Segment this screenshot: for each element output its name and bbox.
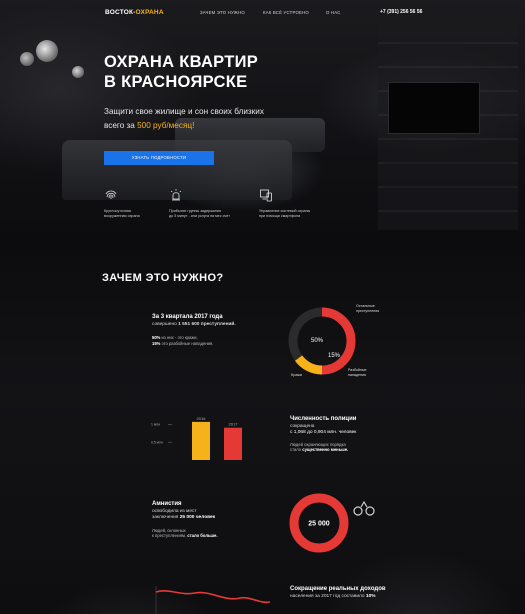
- section-title-why: ЗАЧЕМ ЭТО НУЖНО?: [102, 272, 224, 284]
- amnesty-value: 25 000: [308, 521, 330, 528]
- nav-link-why[interactable]: ЗАЧЕМ ЭТО НУЖНО: [200, 10, 245, 15]
- note-line: Людей, склонных: [152, 527, 186, 533]
- learn-more-button[interactable]: УЗНАТЬ ПОДРОБНОСТИ: [104, 151, 214, 165]
- burglar-background-photo: [0, 245, 525, 614]
- feature-line2: до 5 минут - или услуга на мес счет: [169, 214, 230, 218]
- hero-subtitle: Защити свое жилище и сон своих близких в…: [104, 105, 324, 133]
- income-block: Сокращение реальных доходов населения за…: [290, 586, 430, 600]
- income-line-chart: [155, 586, 271, 614]
- legend-label-robberies-line2: нападения: [348, 373, 366, 377]
- block-heading: Численность полиции: [290, 416, 357, 422]
- tv-decor: [388, 82, 480, 134]
- bar-2017: [224, 427, 242, 460]
- slice-label-thefts: 50%: [311, 338, 324, 344]
- bar-2016: [192, 421, 210, 460]
- note-bold: существенно меньше.: [302, 447, 349, 453]
- feature-line1: Управление системой охраны: [259, 209, 311, 213]
- landing-page: ВОСТОК-ОХРАНА ЗАЧЕМ ЭТО НУЖНО КАК ВСЁ УС…: [0, 0, 525, 614]
- block-note: Людей охраняющих порядка стало существен…: [290, 442, 420, 453]
- amnesty-block: Амнистия освободила из мест заключения 2…: [152, 501, 282, 539]
- hero-title-line1: ОХРАНА КВАРТИР: [104, 53, 259, 71]
- text-bold: 10%: [365, 593, 376, 599]
- block-note: 50% из них - это кражи, 15% это разбойны…: [152, 335, 282, 346]
- block-line: заключения 25 000 человек: [152, 515, 282, 522]
- handcuffs-icon: [353, 500, 375, 516]
- hero-title: ОХРАНА КВАРТИР В КРАСНОЯРСКЕ: [104, 52, 344, 92]
- police-stats-block: Численность полиции сокращена с 1,068 до…: [290, 416, 420, 453]
- feature-line1: Круглосуточная: [104, 209, 131, 213]
- logo-prefix: ВОСТОК-: [105, 9, 136, 16]
- bar-category-label: 2016: [197, 416, 207, 421]
- feature-line2: при помощи смартфона: [259, 214, 301, 218]
- slice-label-robberies: 15%: [328, 353, 341, 359]
- legend-label-other-line1: Остальные: [356, 304, 375, 308]
- block-note: Людей, склонных к преступлениям, стало б…: [152, 528, 282, 539]
- legend-label-robberies-line1: Разбойные: [348, 368, 366, 372]
- hero-subtitle-prefix: всего за: [104, 121, 138, 130]
- y-tick-label: 1 млн: [151, 422, 160, 426]
- text-prefix: заключения: [152, 515, 180, 520]
- text-bold: 1 551 600 преступлений.: [178, 321, 236, 327]
- block-heading: Амнистия: [152, 501, 182, 507]
- pendant-lamp: [36, 40, 58, 62]
- donut-slice: [321, 307, 356, 375]
- alarm-siren-icon: [170, 189, 182, 201]
- feature-line1: Прибытие группы задержания: [169, 209, 221, 213]
- legend-label-thefts: Кражи: [291, 373, 302, 377]
- crime-stats-block: За 3 квартала 2017 года совершено 1 551 …: [152, 314, 282, 346]
- thefts-text: из них - это кражи,: [160, 335, 198, 340]
- police-bar-chart: 1 млн 0,5 млн 2016 2017: [151, 416, 242, 460]
- top-nav: ВОСТОК-ОХРАНА ЗАЧЕМ ЭТО НУЖНО КАК ВСЁ УС…: [0, 0, 525, 26]
- block-line: с 1,068 до 0,904 млн. человек: [290, 430, 357, 435]
- phone-link[interactable]: +7 (391) 256 56 56: [380, 9, 422, 15]
- text-bold: 25 000 человек: [179, 515, 216, 520]
- donut-slice: [288, 307, 323, 361]
- hero-subtitle-line1: Защити свое жилище и сон своих близких: [104, 107, 264, 116]
- robberies-text: это разбойные нападения.: [160, 340, 214, 346]
- text-prefix: населения за 2017 год составило: [290, 593, 366, 599]
- note-bold: стало больше.: [187, 533, 218, 539]
- note-prefix: к преступлениям,: [152, 533, 188, 539]
- text-prefix: совершено: [152, 321, 179, 327]
- hero-title-line2: В КРАСНОЯРСКЕ: [104, 73, 248, 91]
- fingerprint-icon: [105, 190, 117, 199]
- feature-line2: вооруженная охрана: [104, 214, 140, 218]
- logo-suffix: ОХРАНА: [135, 9, 164, 16]
- block-heading: Сокращение реальных доходов: [290, 586, 386, 592]
- block-subheading: совершено 1 551 600 преступлений.: [152, 322, 282, 329]
- nav-link-about[interactable]: О НАС: [326, 10, 341, 15]
- block-line: населения за 2017 год составило 10%: [290, 594, 430, 601]
- crime-donut-chart: 50% 15% Кражи Разбойные нападения Осталь…: [288, 304, 379, 377]
- pendant-lamp: [20, 52, 34, 66]
- block-heading: За 3 квартала 2017 года: [152, 314, 223, 320]
- amnesty-ring: 25 000: [289, 493, 349, 553]
- legend-label-other-line2: преступления: [356, 309, 379, 313]
- note-prefix: стало: [290, 447, 303, 453]
- logo[interactable]: ВОСТОК-ОХРАНА: [105, 9, 164, 16]
- pendant-lamp: [72, 66, 84, 78]
- price-highlight: 500 руб/месяц!: [137, 121, 195, 130]
- smartphone-control-icon: [260, 189, 272, 202]
- bar-category-label: 2017: [229, 422, 239, 427]
- note-line: Людей охраняющих порядка: [290, 441, 346, 447]
- nav-link-how[interactable]: КАК ВСЁ УСТРОЕНО: [263, 10, 309, 15]
- donut-slice: [294, 355, 323, 375]
- y-tick-label: 0,5 млн: [151, 440, 163, 444]
